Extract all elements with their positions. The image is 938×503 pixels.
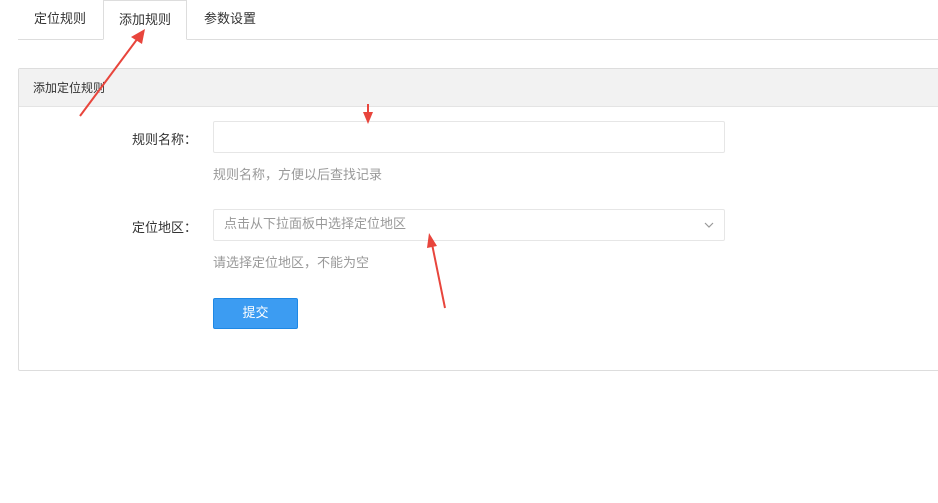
region-select-placeholder: 点击从下拉面板中选择定位地区 [224, 217, 407, 232]
region-label: 定位地区： [131, 221, 197, 236]
rule-name-input-wrapper [213, 121, 725, 153]
rule-name-input[interactable] [214, 122, 724, 152]
tab-add-rule[interactable]: 添加规则 [103, 0, 187, 40]
chevron-down-icon [704, 222, 714, 228]
add-rule-panel: 添加定位规则 规则名称： 规则名称，方便以后查找记录 定位地区： 点击从下拉面板… [18, 68, 938, 371]
submit-button[interactable]: 提交 [213, 298, 298, 329]
rule-name-label: 规则名称： [131, 133, 197, 148]
rule-name-hint: 规则名称，方便以后查找记录 [213, 168, 383, 183]
panel-title: 添加定位规则 [19, 69, 938, 107]
tab-locate-rules[interactable]: 定位规则 [18, 0, 102, 39]
region-hint: 请选择定位地区，不能为空 [213, 256, 370, 271]
tab-parameter-settings[interactable]: 参数设置 [187, 0, 273, 39]
region-select[interactable]: 点击从下拉面板中选择定位地区 [213, 209, 725, 241]
tab-bar: 定位规则 添加规则 参数设置 [18, 0, 938, 40]
